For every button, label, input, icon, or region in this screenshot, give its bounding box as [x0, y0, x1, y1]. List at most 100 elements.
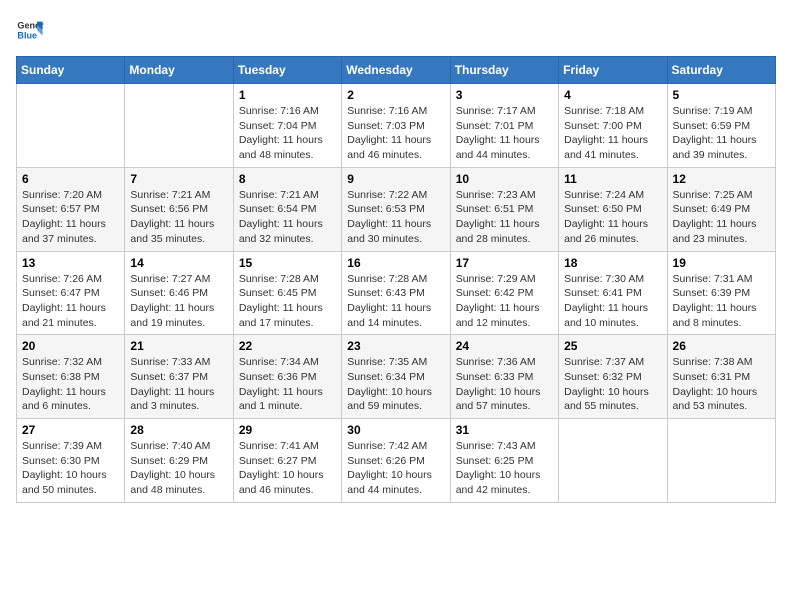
day-number: 10: [456, 172, 553, 186]
weekday-header-thursday: Thursday: [450, 57, 558, 84]
day-number: 6: [22, 172, 119, 186]
day-number: 27: [22, 423, 119, 437]
day-number: 30: [347, 423, 444, 437]
calendar-cell: 12 Sunrise: 7:25 AM Sunset: 6:49 PM Dayli…: [667, 167, 775, 251]
day-info: Sunrise: 7:43 AM Sunset: 6:25 PM Dayligh…: [456, 439, 553, 498]
day-number: 15: [239, 256, 336, 270]
day-info: Sunrise: 7:16 AM Sunset: 7:03 PM Dayligh…: [347, 104, 444, 163]
day-info: Sunrise: 7:38 AM Sunset: 6:31 PM Dayligh…: [673, 355, 770, 414]
day-number: 25: [564, 339, 661, 353]
calendar-cell: 23 Sunrise: 7:35 AM Sunset: 6:34 PM Dayli…: [342, 335, 450, 419]
day-number: 29: [239, 423, 336, 437]
day-info: Sunrise: 7:27 AM Sunset: 6:46 PM Dayligh…: [130, 272, 227, 331]
calendar-week-row: 27 Sunrise: 7:39 AM Sunset: 6:30 PM Dayli…: [17, 419, 776, 503]
day-info: Sunrise: 7:32 AM Sunset: 6:38 PM Dayligh…: [22, 355, 119, 414]
day-info: Sunrise: 7:21 AM Sunset: 6:56 PM Dayligh…: [130, 188, 227, 247]
calendar-table: SundayMondayTuesdayWednesdayThursdayFrid…: [16, 56, 776, 503]
weekday-header-sunday: Sunday: [17, 57, 125, 84]
calendar-cell: 20 Sunrise: 7:32 AM Sunset: 6:38 PM Dayli…: [17, 335, 125, 419]
calendar-cell: 10 Sunrise: 7:23 AM Sunset: 6:51 PM Dayli…: [450, 167, 558, 251]
calendar-cell: 2Sunrise: 7:16 AM Sunset: 7:03 PM Daylig…: [342, 84, 450, 168]
day-info: Sunrise: 7:18 AM Sunset: 7:00 PM Dayligh…: [564, 104, 661, 163]
calendar-cell: 28Sunrise: 7:40 AM Sunset: 6:29 PM Dayli…: [125, 419, 233, 503]
day-info: Sunrise: 7:30 AM Sunset: 6:41 PM Dayligh…: [564, 272, 661, 331]
weekday-header-row: SundayMondayTuesdayWednesdayThursdayFrid…: [17, 57, 776, 84]
calendar-cell: 3 Sunrise: 7:17 AM Sunset: 7:01 PM Daylig…: [450, 84, 558, 168]
logo: General Blue: [16, 16, 44, 44]
page-header: General Blue: [16, 16, 776, 44]
day-info: Sunrise: 7:37 AM Sunset: 6:32 PM Dayligh…: [564, 355, 661, 414]
calendar-cell: 1 Sunrise: 7:16 AM Sunset: 7:04 PM Daylig…: [233, 84, 341, 168]
day-info: Sunrise: 7:35 AM Sunset: 6:34 PM Dayligh…: [347, 355, 444, 414]
weekday-header-friday: Friday: [559, 57, 667, 84]
day-info: Sunrise: 7:20 AM Sunset: 6:57 PM Dayligh…: [22, 188, 119, 247]
calendar-cell: 16 Sunrise: 7:28 AM Sunset: 6:43 PM Dayli…: [342, 251, 450, 335]
calendar-cell: 4 Sunrise: 7:18 AM Sunset: 7:00 PM Daylig…: [559, 84, 667, 168]
calendar-cell: 7 Sunrise: 7:21 AM Sunset: 6:56 PM Daylig…: [125, 167, 233, 251]
calendar-cell: 8Sunrise: 7:21 AM Sunset: 6:54 PM Daylig…: [233, 167, 341, 251]
day-number: 9: [347, 172, 444, 186]
day-info: Sunrise: 7:17 AM Sunset: 7:01 PM Dayligh…: [456, 104, 553, 163]
calendar-cell: 19 Sunrise: 7:31 AM Sunset: 6:39 PM Dayli…: [667, 251, 775, 335]
day-number: 23: [347, 339, 444, 353]
day-info: Sunrise: 7:29 AM Sunset: 6:42 PM Dayligh…: [456, 272, 553, 331]
day-info: Sunrise: 7:23 AM Sunset: 6:51 PM Dayligh…: [456, 188, 553, 247]
day-number: 26: [673, 339, 770, 353]
calendar-cell: 29 Sunrise: 7:41 AM Sunset: 6:27 PM Dayli…: [233, 419, 341, 503]
day-info: Sunrise: 7:41 AM Sunset: 6:27 PM Dayligh…: [239, 439, 336, 498]
calendar-cell: 27 Sunrise: 7:39 AM Sunset: 6:30 PM Dayli…: [17, 419, 125, 503]
day-number: 18: [564, 256, 661, 270]
day-info: Sunrise: 7:19 AM Sunset: 6:59 PM Dayligh…: [673, 104, 770, 163]
day-info: Sunrise: 7:33 AM Sunset: 6:37 PM Dayligh…: [130, 355, 227, 414]
day-info: Sunrise: 7:31 AM Sunset: 6:39 PM Dayligh…: [673, 272, 770, 331]
calendar-cell: 31 Sunrise: 7:43 AM Sunset: 6:25 PM Dayli…: [450, 419, 558, 503]
calendar-week-row: 1 Sunrise: 7:16 AM Sunset: 7:04 PM Daylig…: [17, 84, 776, 168]
day-number: 3: [456, 88, 553, 102]
calendar-cell: 9Sunrise: 7:22 AM Sunset: 6:53 PM Daylig…: [342, 167, 450, 251]
day-number: 1: [239, 88, 336, 102]
day-info: Sunrise: 7:28 AM Sunset: 6:45 PM Dayligh…: [239, 272, 336, 331]
day-info: Sunrise: 7:34 AM Sunset: 6:36 PM Dayligh…: [239, 355, 336, 414]
day-number: 20: [22, 339, 119, 353]
calendar-cell: 30Sunrise: 7:42 AM Sunset: 6:26 PM Dayli…: [342, 419, 450, 503]
day-number: 11: [564, 172, 661, 186]
logo-icon: General Blue: [16, 16, 44, 44]
day-info: Sunrise: 7:28 AM Sunset: 6:43 PM Dayligh…: [347, 272, 444, 331]
day-number: 21: [130, 339, 227, 353]
day-info: Sunrise: 7:24 AM Sunset: 6:50 PM Dayligh…: [564, 188, 661, 247]
day-number: 17: [456, 256, 553, 270]
calendar-week-row: 13Sunrise: 7:26 AM Sunset: 6:47 PM Dayli…: [17, 251, 776, 335]
day-number: 13: [22, 256, 119, 270]
calendar-cell: 6 Sunrise: 7:20 AM Sunset: 6:57 PM Daylig…: [17, 167, 125, 251]
calendar-cell: [559, 419, 667, 503]
day-number: 7: [130, 172, 227, 186]
calendar-cell: 5 Sunrise: 7:19 AM Sunset: 6:59 PM Daylig…: [667, 84, 775, 168]
day-number: 22: [239, 339, 336, 353]
svg-text:Blue: Blue: [17, 30, 37, 40]
day-number: 19: [673, 256, 770, 270]
calendar-cell: 15 Sunrise: 7:28 AM Sunset: 6:45 PM Dayli…: [233, 251, 341, 335]
day-info: Sunrise: 7:39 AM Sunset: 6:30 PM Dayligh…: [22, 439, 119, 498]
weekday-header-tuesday: Tuesday: [233, 57, 341, 84]
calendar-cell: 26 Sunrise: 7:38 AM Sunset: 6:31 PM Dayli…: [667, 335, 775, 419]
day-number: 14: [130, 256, 227, 270]
day-number: 16: [347, 256, 444, 270]
day-info: Sunrise: 7:16 AM Sunset: 7:04 PM Dayligh…: [239, 104, 336, 163]
weekday-header-wednesday: Wednesday: [342, 57, 450, 84]
day-number: 4: [564, 88, 661, 102]
calendar-cell: 22 Sunrise: 7:34 AM Sunset: 6:36 PM Dayli…: [233, 335, 341, 419]
calendar-cell: 24Sunrise: 7:36 AM Sunset: 6:33 PM Dayli…: [450, 335, 558, 419]
weekday-header-monday: Monday: [125, 57, 233, 84]
calendar-cell: 25 Sunrise: 7:37 AM Sunset: 6:32 PM Dayli…: [559, 335, 667, 419]
calendar-cell: 18 Sunrise: 7:30 AM Sunset: 6:41 PM Dayli…: [559, 251, 667, 335]
calendar-cell: [125, 84, 233, 168]
day-number: 8: [239, 172, 336, 186]
calendar-cell: 11 Sunrise: 7:24 AM Sunset: 6:50 PM Dayli…: [559, 167, 667, 251]
day-info: Sunrise: 7:25 AM Sunset: 6:49 PM Dayligh…: [673, 188, 770, 247]
calendar-cell: 14 Sunrise: 7:27 AM Sunset: 6:46 PM Dayli…: [125, 251, 233, 335]
day-number: 12: [673, 172, 770, 186]
day-number: 5: [673, 88, 770, 102]
day-info: Sunrise: 7:36 AM Sunset: 6:33 PM Dayligh…: [456, 355, 553, 414]
calendar-cell: [667, 419, 775, 503]
day-number: 31: [456, 423, 553, 437]
